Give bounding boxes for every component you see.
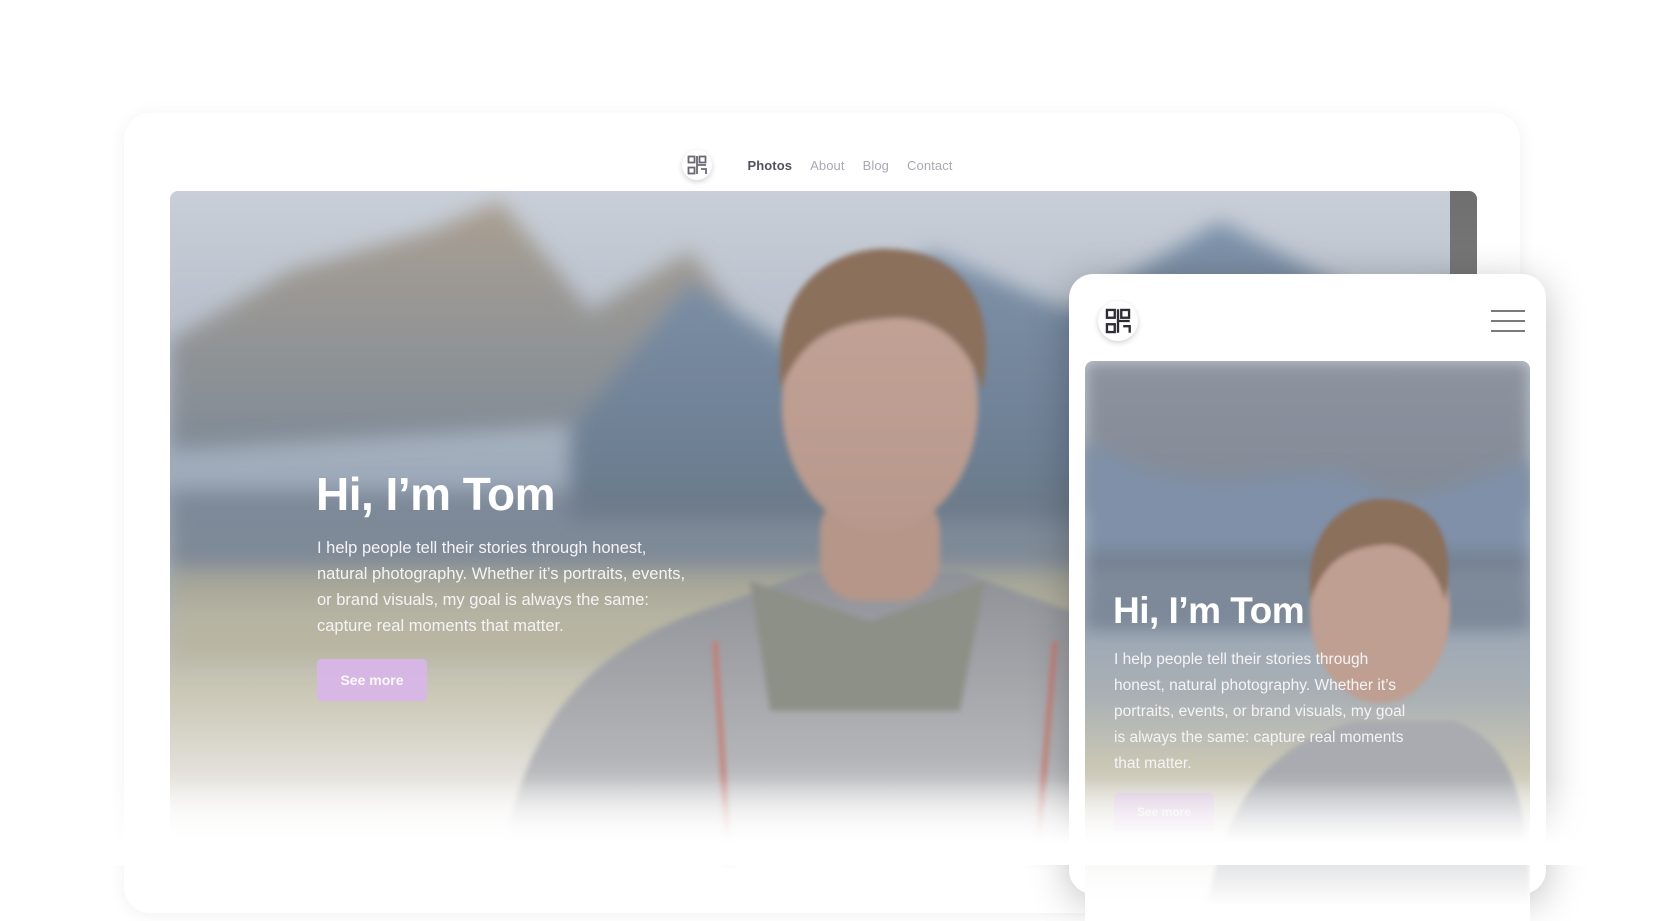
page-bottom-fade	[0, 780, 1661, 865]
desktop-hero-title: Hi, I’m Tom	[316, 468, 556, 520]
desktop-see-more-button[interactable]: See more	[317, 659, 427, 701]
hamburger-menu-icon[interactable]	[1491, 310, 1525, 332]
nav-link-contact[interactable]: Contact	[907, 158, 953, 173]
brand-logo-icon[interactable]	[682, 150, 713, 180]
mobile-hero-body: I help people tell their stories through…	[1114, 651, 1406, 772]
nav-link-photos[interactable]: Photos	[747, 158, 792, 173]
mobile-hero-title: Hi, I’m Tom	[1113, 590, 1305, 631]
nav-link-about[interactable]: About	[810, 158, 844, 173]
nav-link-blog[interactable]: Blog	[863, 158, 889, 173]
mobile-brand-logo-icon[interactable]	[1098, 301, 1138, 341]
desktop-hero-body: I help people tell their stories through…	[317, 539, 686, 635]
desktop-navbar: Photos About Blog Contact	[124, 145, 1520, 185]
